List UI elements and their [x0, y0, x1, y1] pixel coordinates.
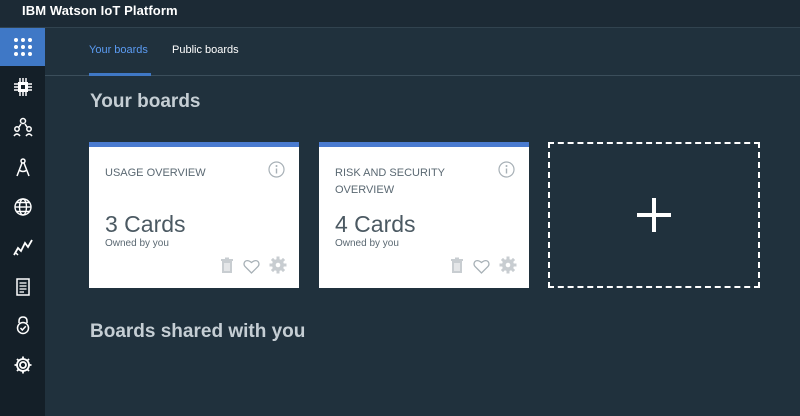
- chip-icon: [13, 78, 32, 96]
- heart-icon[interactable]: [243, 259, 260, 279]
- add-board-button[interactable]: [548, 142, 760, 288]
- sidebar-item-members[interactable]: [0, 108, 45, 146]
- members-icon: [12, 117, 33, 137]
- apps-grid-icon: [13, 38, 32, 56]
- sidebar-item-risk[interactable]: [0, 306, 45, 344]
- tab-your-boards[interactable]: Your boards: [89, 44, 148, 56]
- sidebar-item-analytics[interactable]: [0, 228, 45, 266]
- active-tab-indicator: [89, 73, 151, 76]
- security-globe-icon: [13, 198, 32, 216]
- sidebar-item-settings[interactable]: [0, 346, 45, 384]
- board-card-owner: Owned by you: [335, 238, 399, 249]
- lock-check-icon: [16, 316, 29, 335]
- sidebar-item-rules[interactable]: [0, 268, 45, 306]
- board-card-risk-security-overview[interactable]: RISK AND SECURITY OVERVIEW 4 Cards Owned…: [319, 142, 529, 288]
- board-card-count: 4 Cards: [335, 211, 416, 237]
- board-card-count: 3 Cards: [105, 211, 186, 237]
- board-card-title: USAGE OVERVIEW: [105, 167, 206, 179]
- sidebar-item-devices[interactable]: [0, 68, 45, 106]
- top-bar: IBM Watson IoT Platform: [0, 0, 800, 28]
- app-title: IBM Watson IoT Platform: [22, 3, 178, 18]
- info-icon[interactable]: [268, 161, 285, 183]
- document-icon: [15, 278, 30, 296]
- tab-public-boards[interactable]: Public boards: [172, 44, 239, 56]
- sidebar-item-security[interactable]: [0, 188, 45, 226]
- board-card-actions: [220, 256, 287, 279]
- plus-icon: [637, 198, 671, 232]
- sidebar: [0, 28, 45, 416]
- compass-icon: [15, 158, 30, 177]
- settings-icon: [14, 356, 31, 374]
- heart-icon[interactable]: [473, 259, 490, 279]
- analytics-icon: [12, 239, 33, 256]
- main-content: Your boards Public boards Your boards US…: [45, 28, 800, 416]
- board-card-owner: Owned by you: [105, 238, 169, 249]
- trash-icon[interactable]: [220, 257, 234, 279]
- board-card-usage-overview[interactable]: USAGE OVERVIEW 3 Cards Owned by you: [89, 142, 299, 288]
- board-card-title: RISK AND SECURITY OVERVIEW: [335, 167, 445, 196]
- trash-icon[interactable]: [450, 257, 464, 279]
- info-icon[interactable]: [498, 161, 515, 183]
- sidebar-item-boards[interactable]: [0, 28, 45, 66]
- board-card-actions: [450, 256, 517, 279]
- gear-icon[interactable]: [499, 256, 517, 279]
- shared-boards-heading: Boards shared with you: [90, 321, 306, 342]
- gear-icon[interactable]: [269, 256, 287, 279]
- tab-bar: Your boards Public boards: [45, 28, 800, 76]
- your-boards-heading: Your boards: [90, 91, 201, 112]
- sidebar-item-apps[interactable]: [0, 148, 45, 186]
